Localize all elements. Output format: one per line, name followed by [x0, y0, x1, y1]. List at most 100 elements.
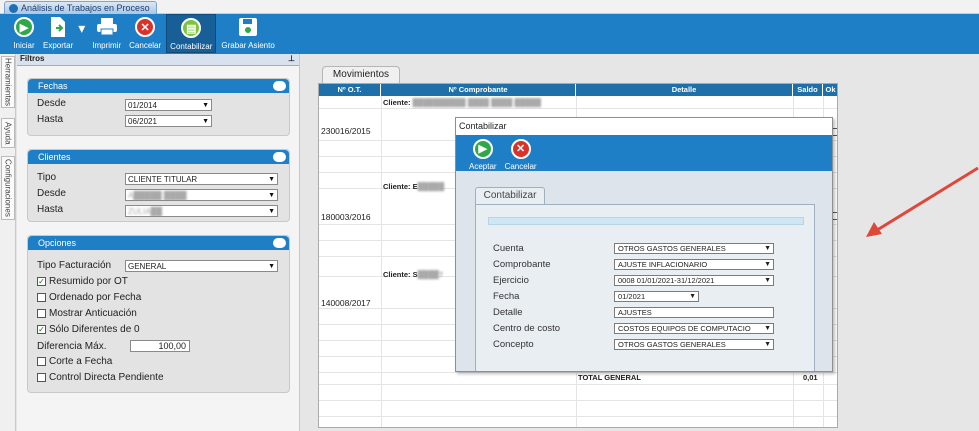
- printer-icon: [96, 16, 118, 38]
- dialog-title: Contabilizar: [456, 118, 832, 135]
- collapse-toggle-icon[interactable]: [273, 81, 286, 91]
- total-general-label: TOTAL GENERAL: [578, 373, 641, 382]
- grid-header: Nº O.T. Nº Comprobante Detalle Saldo Ok: [319, 84, 837, 96]
- contabilizar-label: Contabilizar: [170, 42, 213, 51]
- chevron-down-icon: ▼: [268, 176, 275, 183]
- back-icon: [9, 3, 18, 13]
- detalle-label: Detalle: [493, 307, 523, 318]
- cuenta-select[interactable]: OTROS GASTOS GENERALES ▼: [614, 243, 774, 254]
- ot-number: 230016/2015: [321, 126, 371, 136]
- chevron-down-icon: ▼: [689, 293, 696, 300]
- cancel-icon: ✕: [510, 138, 531, 159]
- chevron-down-icon: ▼: [764, 277, 771, 284]
- imprimir-label: Imprimir: [92, 41, 122, 50]
- tipo-facturacion-label: Tipo Facturación: [37, 260, 112, 271]
- dropdown-dot: ▾: [78, 20, 86, 36]
- contabilizar-button[interactable]: ▤ Contabilizar: [166, 14, 217, 53]
- fechas-header: Fechas: [28, 79, 289, 93]
- tab-contabilizar[interactable]: Contabilizar: [475, 187, 545, 204]
- opciones-header: Opciones: [28, 236, 289, 250]
- cancelar-button[interactable]: ✕ Cancelar: [126, 14, 164, 53]
- dialog-body: Contabilizar Cuenta OTROS GASTOS GENERAL…: [456, 171, 832, 371]
- tab-herramientas[interactable]: Herramientas: [1, 56, 15, 108]
- client-row-2: Cliente: E█████: [383, 182, 445, 191]
- chevron-down-icon: ▼: [268, 192, 275, 199]
- corte-checkbox[interactable]: Corte a Fecha: [37, 356, 112, 367]
- col-detalle[interactable]: Detalle: [576, 84, 793, 96]
- annotation-arrow-icon: [866, 166, 979, 237]
- chevron-down-icon: ▼: [764, 341, 771, 348]
- grabar-asiento-button[interactable]: Grabar Asiento: [218, 14, 277, 53]
- chevron-down-icon: ▼: [268, 263, 275, 270]
- opciones-group: Opciones Tipo Facturación GENERAL ▼ ✓ Resu…: [27, 235, 290, 393]
- aceptar-button[interactable]: ▶ Aceptar: [466, 135, 500, 171]
- contabilizar-dialog: Contabilizar ▶ Aceptar ✕ Cancelar Contab…: [455, 117, 833, 372]
- document-tab[interactable]: Análisis de Trabajos en Proceso: [4, 1, 157, 14]
- document-tab-title: Análisis de Trabajos en Proceso: [21, 3, 150, 13]
- col-ok[interactable]: Ok: [823, 84, 837, 96]
- chevron-down-icon: ▼: [268, 208, 275, 215]
- filters-panel: Filtros ⊥ Fechas Desde 01/2014 ▼ Hasta 06…: [17, 54, 300, 431]
- control-checkbox[interactable]: Control Directa Pendiente: [37, 372, 164, 383]
- fechas-desde-label: Desde: [37, 98, 66, 109]
- ledger-icon: ▤: [181, 18, 202, 38]
- total-general-value: 0,01: [803, 373, 818, 382]
- comprobante-select[interactable]: AJUSTE INFLACIONARIO ▼: [614, 259, 774, 270]
- solo-diferentes-checkbox[interactable]: ✓ Sólo Diferentes de 0: [37, 324, 140, 335]
- accept-icon: ▶: [472, 138, 493, 159]
- exportar-button[interactable]: Exportar: [40, 14, 76, 53]
- ejercicio-select[interactable]: 0008 01/01/2021-31/12/2021 ▼: [614, 275, 774, 286]
- fechas-hasta-select[interactable]: 06/2021 ▼: [125, 115, 212, 127]
- anticuacion-checkbox[interactable]: Mostrar Anticuación: [37, 308, 137, 319]
- tipo-facturacion-select[interactable]: GENERAL ▼: [125, 260, 278, 272]
- filters-title: Filtros: [20, 54, 45, 63]
- tab-movimientos[interactable]: Movimientos: [322, 66, 400, 83]
- diferencia-input[interactable]: 100,00: [130, 340, 190, 352]
- clientes-tipo-select[interactable]: CLIENTE TITULAR ▼: [125, 173, 278, 185]
- imprimir-button[interactable]: Imprimir: [89, 14, 124, 53]
- ot-number: 140008/2017: [321, 298, 371, 308]
- collapse-toggle-icon[interactable]: [273, 152, 286, 162]
- pin-icon[interactable]: ⊥: [288, 54, 295, 63]
- centro-costo-label: Centro de costo: [493, 323, 561, 334]
- tab-configuraciones[interactable]: Configuraciones: [1, 156, 15, 220]
- collapse-toggle-icon[interactable]: [273, 238, 286, 248]
- col-comprobante[interactable]: Nº Comprobante: [381, 84, 576, 96]
- clientes-hasta-select[interactable]: ZULIA██ ▼: [125, 205, 278, 217]
- aceptar-label: Aceptar: [469, 162, 497, 171]
- fechas-group: Fechas Desde 01/2014 ▼ Hasta 06/2021 ▼: [27, 78, 290, 136]
- ot-number: 180003/2016: [321, 212, 371, 222]
- iniciar-button[interactable]: ▶ Iniciar: [10, 14, 38, 53]
- info-bar: [488, 217, 804, 225]
- chevron-down-icon: ▼: [202, 118, 209, 125]
- tab-strip: Análisis de Trabajos en Proceso: [0, 0, 979, 14]
- checkbox-checked-icon: ✓: [37, 325, 46, 334]
- chevron-down-icon: ▼: [202, 102, 209, 109]
- fechas-desde-select[interactable]: 01/2014 ▼: [125, 99, 212, 111]
- exportar-label: Exportar: [43, 41, 74, 50]
- tab-ayuda[interactable]: Ayuda: [1, 118, 15, 148]
- cancelar-label: Cancelar: [129, 41, 162, 50]
- clientes-group: Clientes Tipo CLIENTE TITULAR ▼ Desde A██…: [27, 149, 290, 222]
- fecha-select[interactable]: 01/2021 ▼: [614, 291, 699, 302]
- client-row-3: Cliente: S████T: [383, 270, 444, 279]
- fechas-hasta-label: Hasta: [37, 114, 64, 125]
- concepto-select[interactable]: OTROS GASTOS GENERALES ▼: [614, 339, 774, 350]
- detalle-input[interactable]: AJUSTES: [614, 307, 774, 318]
- cancel-icon: ✕: [135, 17, 156, 37]
- resumido-checkbox[interactable]: ✓ Resumido por OT: [37, 276, 128, 287]
- col-ot[interactable]: Nº O.T.: [319, 84, 381, 96]
- clientes-desde-select[interactable]: A█████ ████ ▼: [125, 189, 278, 201]
- centro-costo-select[interactable]: COSTOS EQUIPOS DE COMPUTACIO ▼: [614, 323, 774, 334]
- clientes-desde-label: Desde: [37, 188, 66, 199]
- ordenado-checkbox[interactable]: Ordenado por Fecha: [37, 292, 141, 303]
- dialog-cancelar-button[interactable]: ✕ Cancelar: [502, 135, 540, 171]
- col-saldo[interactable]: Saldo: [793, 84, 823, 96]
- client-row-1: Cliente: ██████████ ████ ████ █████: [383, 98, 542, 107]
- dialog-cancelar-label: Cancelar: [504, 162, 537, 171]
- clientes-tipo-label: Tipo: [37, 172, 57, 183]
- concepto-label: Concepto: [493, 339, 534, 350]
- export-icon: [47, 16, 69, 38]
- fecha-label: Fecha: [493, 291, 520, 302]
- comprobante-label: Comprobante: [493, 259, 551, 270]
